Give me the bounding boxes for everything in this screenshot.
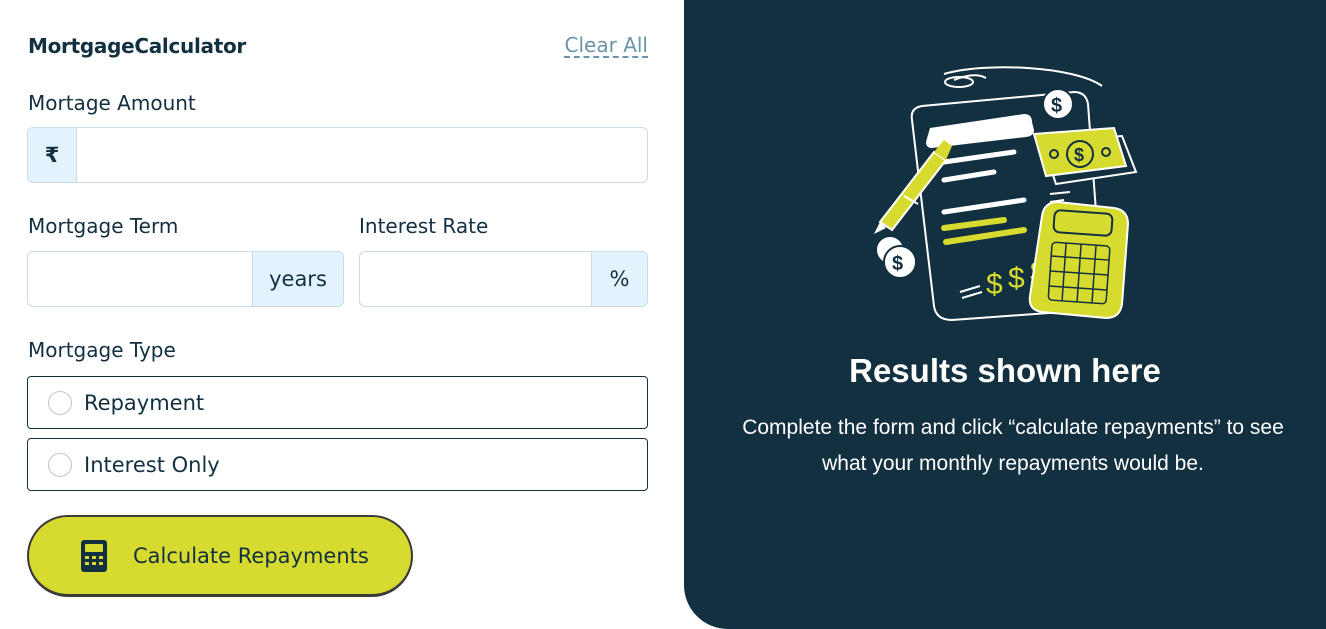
results-title: Results shown here xyxy=(849,352,1161,389)
empty-results-illustration: $ $ $ $ $ $ xyxy=(874,66,1138,322)
mortgage-term-label: Mortgage Term xyxy=(28,214,179,238)
results-panel: $ $ $ $ $ $ Results s xyxy=(684,0,1326,629)
clear-all-link[interactable]: Clear All xyxy=(565,33,648,57)
percent-suffix: % xyxy=(591,252,647,306)
radio-label-interest-only: Interest Only xyxy=(84,452,220,477)
calculate-repayments-label: Calculate Repayments xyxy=(133,543,369,568)
mortgage-amount-label: Mortage Amount xyxy=(28,91,196,115)
app-title: MortgageCalculator xyxy=(28,34,246,58)
calculator-icon xyxy=(81,539,107,572)
calculate-repayments-button[interactable]: Calculate Repayments xyxy=(27,515,413,597)
mortgage-term-input[interactable] xyxy=(28,252,252,306)
mortgage-amount-field: ₹ xyxy=(27,127,648,183)
mortgage-type-label: Mortgage Type xyxy=(28,338,176,362)
radio-option-repayment[interactable]: Repayment xyxy=(27,376,648,429)
svg-text:$: $ xyxy=(986,268,1003,301)
radio-button-repayment[interactable] xyxy=(48,390,72,415)
rupee-currency-icon: ₹ xyxy=(28,128,77,182)
radio-label-repayment: Repayment xyxy=(84,390,205,415)
interest-rate-input[interactable] xyxy=(360,252,591,306)
interest-rate-label: Interest Rate xyxy=(359,214,489,238)
mortgage-term-field: years xyxy=(27,251,344,307)
results-description: Complete the form and click “calculate r… xyxy=(742,416,1284,475)
svg-text:$: $ xyxy=(892,253,903,275)
radio-option-interest-only[interactable]: Interest Only xyxy=(27,438,648,491)
mortgage-amount-input[interactable] xyxy=(77,128,647,182)
svg-text:$: $ xyxy=(1074,145,1084,165)
mortgage-form: MortgageCalculator Clear All Mortage Amo… xyxy=(0,0,684,629)
radio-button-interest-only[interactable] xyxy=(48,452,72,477)
svg-text:$: $ xyxy=(1051,95,1062,117)
years-suffix: years xyxy=(252,252,343,306)
svg-text:$: $ xyxy=(1008,262,1025,295)
interest-rate-field: % xyxy=(359,251,648,307)
